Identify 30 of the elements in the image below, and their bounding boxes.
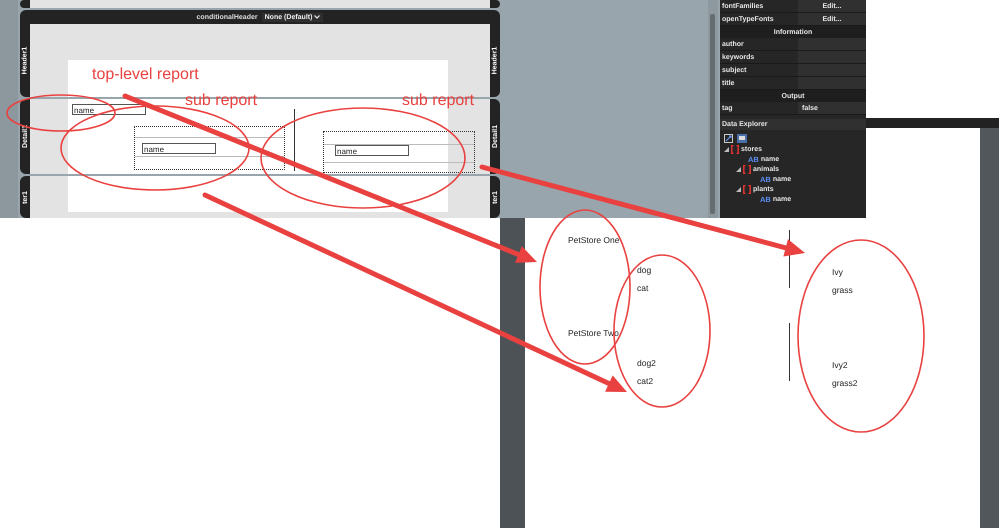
array-bracket-icon — [743, 184, 751, 194]
name-field[interactable]: name — [142, 143, 216, 154]
array-bracket-icon — [743, 164, 751, 174]
property-field[interactable] — [798, 64, 866, 76]
subreport-box[interactable]: name — [323, 131, 475, 173]
annotation-label: sub report — [402, 92, 474, 110]
annotation-label: sub report — [185, 92, 258, 110]
edit-icon[interactable] — [724, 134, 733, 143]
plant-name: grass — [832, 284, 854, 297]
chevron-down-icon — [314, 15, 320, 19]
animal-name: dog — [637, 264, 652, 277]
annotation-label: top-level report — [92, 66, 199, 84]
array-bracket-icon — [731, 144, 739, 154]
property-field[interactable] — [798, 38, 866, 50]
animal-name: dog2 — [637, 357, 657, 370]
expanded-triangle-icon[interactable] — [736, 166, 741, 172]
plant-name: Ivy2 — [832, 359, 849, 372]
animal-name: cat — [637, 282, 650, 295]
subreport-box[interactable]: name — [134, 126, 285, 170]
expanded-triangle-icon[interactable] — [724, 146, 729, 152]
scrollbar[interactable] — [708, 0, 718, 218]
table-icon[interactable] — [737, 134, 747, 143]
store-name: PetStore One — [568, 234, 621, 247]
expanded-triangle-icon[interactable] — [736, 186, 741, 192]
property-field[interactable] — [798, 77, 866, 89]
plant-name: grass2 — [832, 377, 859, 390]
property-field[interactable] — [798, 51, 866, 63]
animal-name: cat2 — [637, 375, 654, 388]
plant-name: Ivy — [832, 266, 844, 279]
name-field[interactable]: name — [335, 145, 409, 156]
